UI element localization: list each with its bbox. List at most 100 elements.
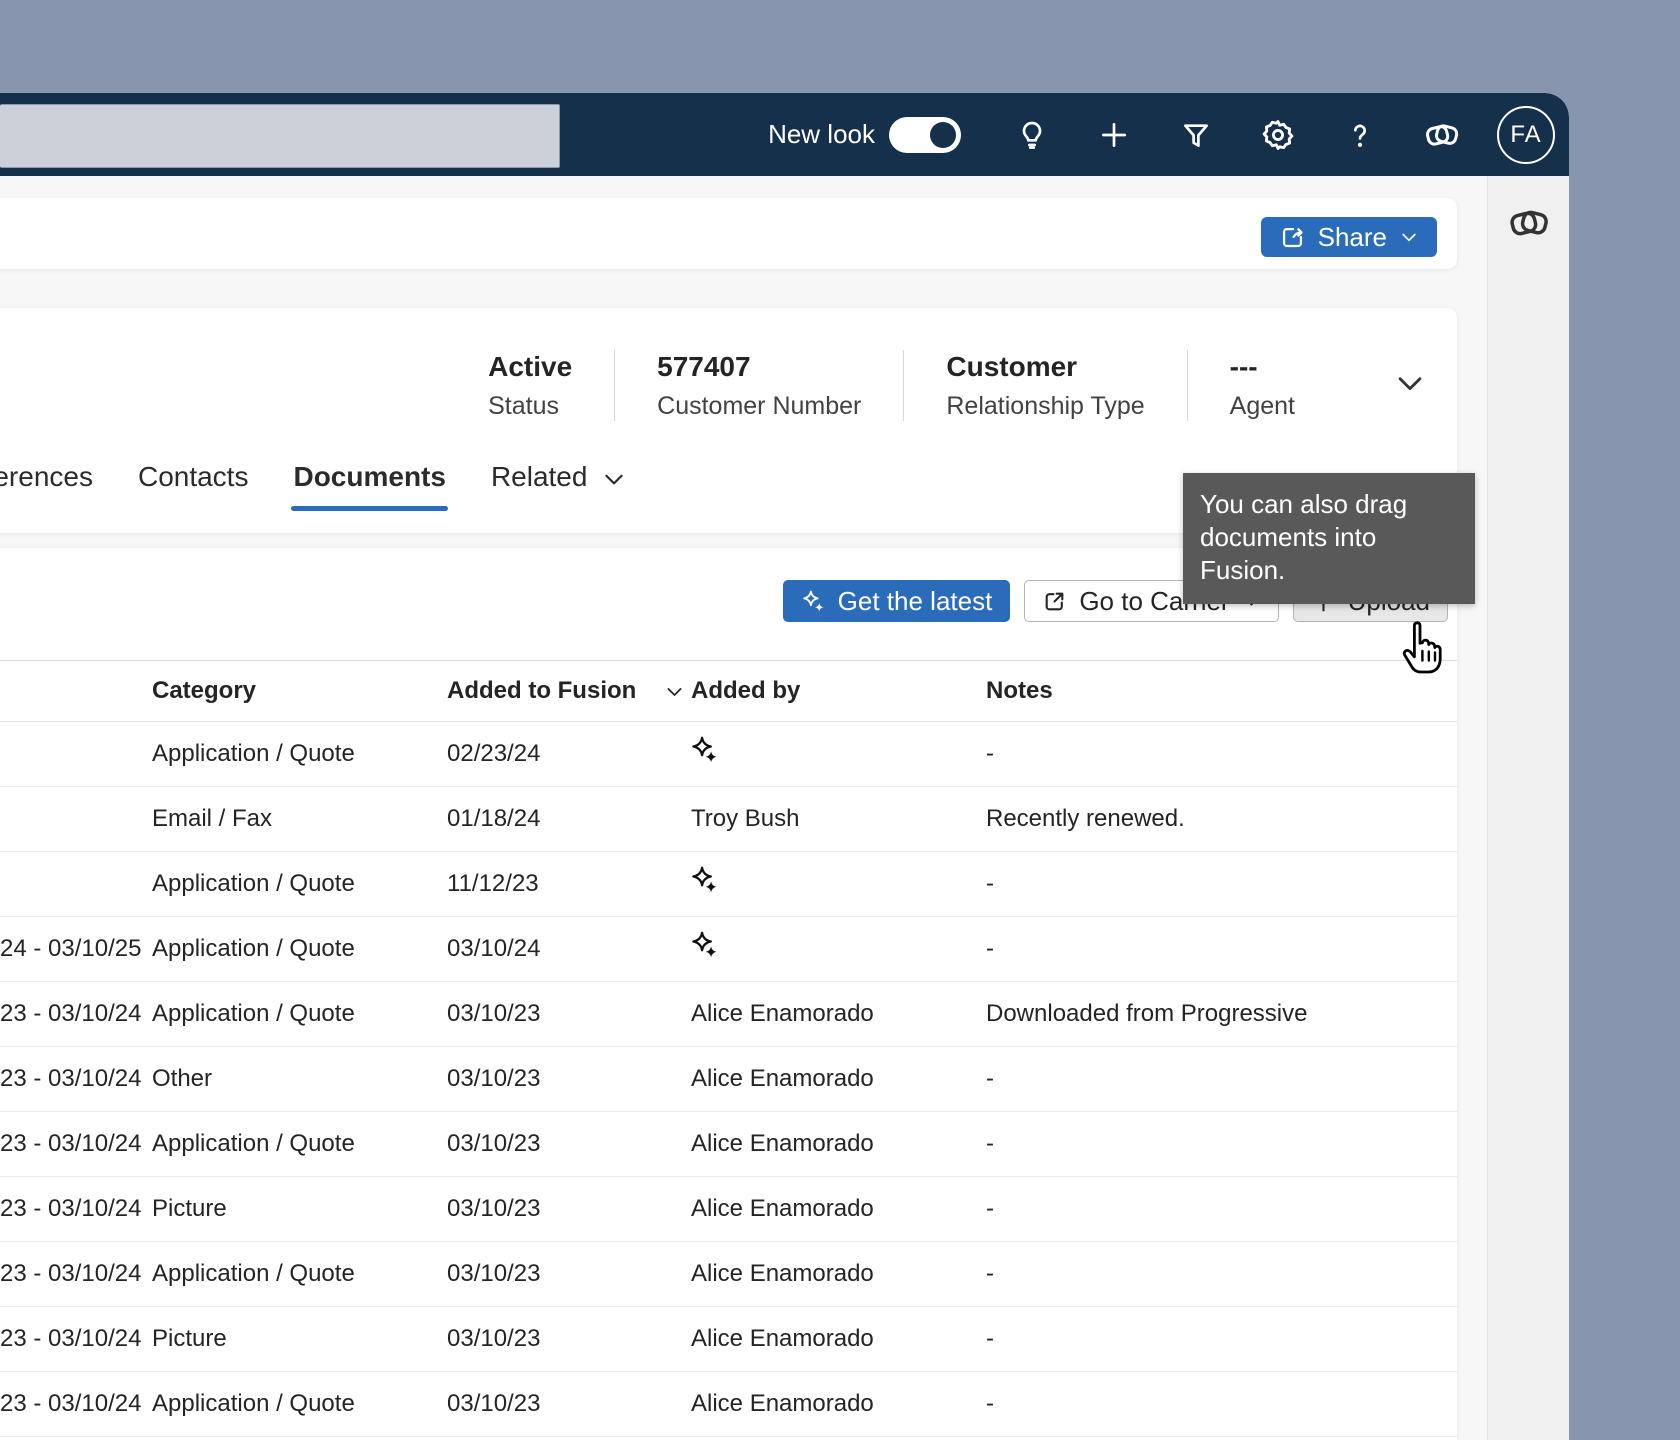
summary-label: Agent xyxy=(1229,392,1295,420)
cell-added-to-fusion: 03/10/24 xyxy=(447,935,541,962)
column-header-added-to-fusion[interactable]: Added to Fusion xyxy=(447,677,685,705)
chevron-down-icon xyxy=(667,687,682,696)
cell-added-to-fusion: 03/10/23 xyxy=(447,1065,541,1092)
avatar-initials: FA xyxy=(1510,120,1542,148)
cell-policy-term: 24 - 03/10/25 xyxy=(0,935,142,962)
documents-table: Category Added to Fusion Added by Notes … xyxy=(0,660,1457,1437)
screen: { "topbar": { "new_look_label": "New loo… xyxy=(0,0,1680,1440)
summary-field: Customer Relationship Type xyxy=(903,350,1186,421)
cell-category: Application / Quote xyxy=(152,1260,355,1287)
table-row[interactable]: 23 - 03/10/24 Application / Quote 03/10/… xyxy=(0,1372,1457,1437)
cell-added-by: Alice Enamorado xyxy=(691,1390,874,1417)
share-button[interactable]: Share xyxy=(1260,217,1437,257)
cell-category: Application / Quote xyxy=(152,1000,355,1027)
chevron-down-icon[interactable] xyxy=(1393,366,1427,405)
cell-category: Email / Fax xyxy=(152,805,273,832)
summary-field: 577407 Customer Number xyxy=(614,350,903,421)
tab-label: Contacts xyxy=(137,461,249,492)
get-the-latest-button[interactable]: Get the latest xyxy=(782,580,1011,622)
cell-added-to-fusion: 03/10/23 xyxy=(447,1130,541,1157)
user-avatar[interactable]: FA xyxy=(1497,105,1555,164)
summary-field: Active Status xyxy=(446,350,614,421)
share-icon xyxy=(1282,227,1302,247)
cell-added-to-fusion: 03/10/23 xyxy=(447,1000,541,1027)
table-row[interactable]: Application / Quote 02/23/24 - xyxy=(0,722,1457,787)
cell-category: Application / Quote xyxy=(152,1130,355,1157)
table-row[interactable]: 23 - 03/10/24 Application / Quote 03/10/… xyxy=(0,982,1457,1047)
app-window: New look FA Share Active Status 577407 C… xyxy=(0,93,1569,1440)
cell-added-to-fusion: 11/12/23 xyxy=(447,870,539,897)
lightbulb-icon[interactable] xyxy=(991,93,1073,176)
chevron-down-icon xyxy=(605,474,624,485)
summary-value: Customer xyxy=(946,351,1078,382)
settings-gear-icon[interactable] xyxy=(1237,93,1319,176)
cell-policy-term: 23 - 03/10/24 xyxy=(0,1325,142,1352)
cell-added-to-fusion: 02/23/24 xyxy=(447,740,541,767)
cell-category: Picture xyxy=(152,1325,227,1352)
cell-added-by: Alice Enamorado xyxy=(691,1195,874,1222)
cell-policy-term: 23 - 03/10/24 xyxy=(0,1130,142,1157)
tab-label: Documents xyxy=(293,461,446,492)
table-row[interactable]: 23 - 03/10/24 Picture 03/10/23 Alice Ena… xyxy=(0,1307,1457,1372)
table-row[interactable]: 23 - 03/10/24 Application / Quote 03/10/… xyxy=(0,1112,1457,1177)
new-look-toggle[interactable] xyxy=(889,116,961,153)
external-link-icon xyxy=(1045,592,1064,610)
copilot-icon[interactable] xyxy=(1401,93,1483,176)
cell-policy-term: 23 - 03/10/24 xyxy=(0,1065,142,1092)
cell-added-to-fusion: 03/10/23 xyxy=(447,1260,541,1287)
page-header-panel: Share xyxy=(0,198,1457,269)
cell-category: Other xyxy=(152,1065,213,1092)
cell-category: Application / Quote xyxy=(152,935,355,962)
table-row[interactable]: 23 - 03/10/24 Other 03/10/23 Alice Enamo… xyxy=(0,1047,1457,1112)
copilot-icon[interactable] xyxy=(1508,202,1550,246)
table-row[interactable]: Email / Fax 01/18/24 Troy Bush Recently … xyxy=(0,787,1457,852)
documents-panel: Get the latest Go to Carrier Upload Cate… xyxy=(0,548,1457,1440)
column-header-added-by[interactable]: Added by xyxy=(691,677,986,705)
table-row[interactable]: 23 - 03/10/24 Picture 03/10/23 Alice Ena… xyxy=(0,1177,1457,1242)
top-navigation-bar: New look FA xyxy=(0,93,1569,176)
filter-icon[interactable] xyxy=(1155,93,1237,176)
tab-item[interactable]: Contacts xyxy=(138,461,249,511)
summary-label: Status xyxy=(488,392,559,420)
search-input[interactable] xyxy=(0,104,560,168)
cell-notes: Recently renewed. xyxy=(986,805,1185,832)
column-header-category[interactable]: Category xyxy=(152,677,447,705)
cell-category: Application / Quote xyxy=(152,740,355,767)
cell-notes: - xyxy=(986,740,994,767)
tab-item[interactable]: eferences xyxy=(0,461,93,511)
cell-notes: - xyxy=(986,1130,994,1157)
topbar-controls: New look FA xyxy=(768,93,1555,176)
sparkle-icon xyxy=(802,590,824,611)
cell-notes: Downloaded from Progressive xyxy=(986,1000,1308,1027)
column-header-notes[interactable]: Notes xyxy=(986,677,1457,705)
share-button-label: Share xyxy=(1317,221,1387,252)
summary-value: --- xyxy=(1229,351,1258,382)
cell-policy-term: 23 - 03/10/24 xyxy=(0,1195,142,1222)
tab-item[interactable]: Documents xyxy=(291,461,449,511)
tab-item[interactable]: Related xyxy=(491,461,628,511)
cell-category: Application / Quote xyxy=(152,870,355,897)
cell-notes: - xyxy=(986,1390,994,1417)
cell-added-to-fusion: 01/18/24 xyxy=(447,805,541,832)
add-icon[interactable] xyxy=(1073,93,1155,176)
cell-notes: - xyxy=(986,870,994,897)
cell-policy-term: 23 - 03/10/24 xyxy=(0,1260,142,1287)
cell-added-by: Alice Enamorado xyxy=(691,1325,874,1352)
summary-label: Relationship Type xyxy=(946,392,1145,420)
copilot-sparkle-icon xyxy=(691,866,719,893)
cell-added-by: Alice Enamorado xyxy=(691,1260,874,1287)
cell-category: Application / Quote xyxy=(152,1390,355,1417)
table-row[interactable]: 24 - 03/10/25 Application / Quote 03/10/… xyxy=(0,917,1457,982)
summary-field: --- Agent xyxy=(1186,350,1337,421)
table-row[interactable]: 23 - 03/10/24 Application / Quote 03/10/… xyxy=(0,1242,1457,1307)
cell-added-to-fusion: 03/10/23 xyxy=(447,1390,541,1417)
table-body: Application / Quote 02/23/24 - Email / F… xyxy=(0,722,1457,1437)
table-header-row: Category Added to Fusion Added by Notes xyxy=(0,660,1457,722)
summary-value: Active xyxy=(488,351,573,382)
cell-notes: - xyxy=(986,1260,994,1287)
help-icon[interactable] xyxy=(1319,93,1401,176)
toggle-knob xyxy=(930,121,956,148)
cell-policy-term: 23 - 03/10/24 xyxy=(0,1390,142,1417)
summary-value: 577407 xyxy=(657,351,751,382)
table-row[interactable]: Application / Quote 11/12/23 - xyxy=(0,852,1457,917)
